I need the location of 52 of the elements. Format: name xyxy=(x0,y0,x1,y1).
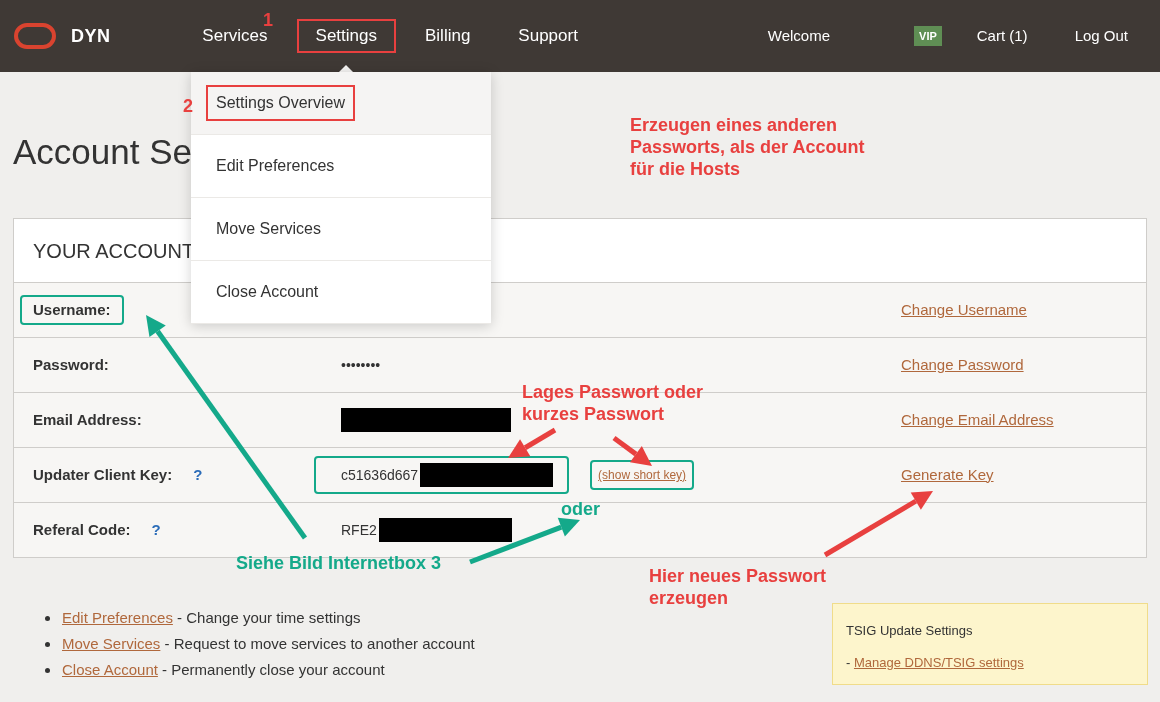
annotation-text: 2 xyxy=(183,95,193,118)
arrow xyxy=(508,427,557,458)
help-icon[interactable]: ? xyxy=(193,463,203,487)
link-description: - Request to move services to another account xyxy=(163,633,475,654)
menu-item[interactable]: Edit Preferences xyxy=(191,135,491,198)
menu-item[interactable]: Move Services xyxy=(191,198,491,261)
page-title: Account Se xyxy=(13,131,192,173)
dash-text: - xyxy=(846,653,852,672)
link[interactable]: Manage DDNS/TSIG settings xyxy=(853,652,1024,672)
tsig-title: TSIG Update Settings xyxy=(846,622,974,640)
link[interactable]: Move Services xyxy=(62,632,161,656)
nav-tab[interactable]: Support xyxy=(499,19,597,53)
nav-tab[interactable]: Settings xyxy=(296,19,396,53)
menu-item-label: Settings Overview xyxy=(206,85,355,121)
menu-item[interactable]: Close Account xyxy=(191,261,491,324)
link[interactable]: Edit Preferences xyxy=(62,606,173,630)
arrow xyxy=(612,436,652,466)
vip-badge: VIP xyxy=(914,25,942,47)
field-value: c51636d667 xyxy=(341,465,419,485)
bullet-icon xyxy=(45,641,50,647)
field-label: Email Address: xyxy=(32,409,143,430)
help-icon[interactable]: ? xyxy=(151,518,161,542)
field-label: Updater Client Key: xyxy=(32,464,174,485)
annotation-text: 1 xyxy=(263,9,273,30)
field-value: RFE2 xyxy=(341,520,377,540)
link[interactable]: Generate Key xyxy=(901,463,994,487)
bullet-icon xyxy=(45,667,50,673)
link[interactable]: Change Password xyxy=(901,353,1024,377)
nav-tab[interactable]: Billing xyxy=(406,19,490,53)
link[interactable]: Close Account xyxy=(62,658,158,682)
field-label: Referal Code: xyxy=(32,519,132,540)
link-description: - Change your time settings xyxy=(176,607,361,628)
link[interactable]: Change Username xyxy=(901,298,1027,322)
field-label: Password: xyxy=(32,354,110,375)
bullet-icon xyxy=(45,615,50,621)
link-description: - Permanently close your account xyxy=(161,659,385,680)
menu-item-label: Edit Preferences xyxy=(215,156,336,176)
cart-link[interactable]: Cart (1) xyxy=(976,24,1028,48)
annotation-text: oder xyxy=(561,498,600,521)
logo-icon xyxy=(14,23,56,49)
annotation-text: Erzeugen eines anderen Passworts, als der Account für die Hosts xyxy=(630,114,865,180)
link[interactable]: Change Email Address xyxy=(901,408,1054,432)
annotation-text: Lages Passwort oder kurzes Passwort xyxy=(522,381,704,425)
field-value: •••••••• xyxy=(341,355,381,375)
logout-link[interactable]: Log Out xyxy=(1074,24,1128,48)
welcome-text: Welcome xyxy=(767,25,831,46)
annotation-text: Siehe Bild Internetbox 3 xyxy=(236,552,442,575)
field-label: Username: xyxy=(20,294,124,326)
logo-text: DYN xyxy=(71,25,111,48)
menu-item-label: Move Services xyxy=(215,219,322,239)
menu-item-label: Close Account xyxy=(215,282,320,302)
annotation-text: Hier neues Passwort erzeugen xyxy=(649,565,827,609)
